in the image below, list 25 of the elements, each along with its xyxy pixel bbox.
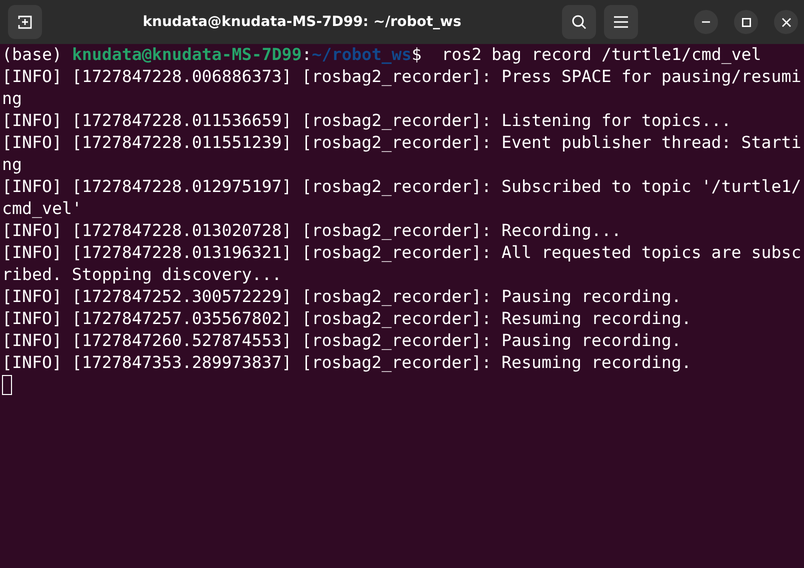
log-line: [INFO] [1727847228.011551239] [rosbag2_recorder]: Event publisher thread: Starting [2,132,802,176]
menu-button[interactable] [604,5,638,39]
log-line: [INFO] [1727847228.012975197] [rosbag2_recorder]: Subscribed to topic '/turtle1/cmd_vel' [2,176,802,220]
minimize-button[interactable] [694,10,718,34]
menu-icon [614,16,628,28]
close-button[interactable] [774,10,798,34]
maximize-icon [742,18,750,26]
minimize-icon [702,21,710,23]
log-line: [INFO] [1727847252.300572229] [rosbag2_recorder]: Pausing recording. [2,286,682,308]
plus-box-icon [17,14,33,30]
log-line: [INFO] [1727847228.011536659] [rosbag2_recorder]: Listening for topics... [2,110,732,132]
log-line: [INFO] [1727847257.035567802] [rosbag2_recorder]: Resuming recording. [2,308,692,330]
command-prompt-line: (base) knudata@knudata-MS-7D99:~/robot_ws$ ros2 bag record /turtle1/cmd_vel [2,44,762,66]
text-cursor [2,375,12,395]
log-line: [INFO] [1727847228.006886373] [rosbag2_recorder]: Press SPACE for pausing/resuming [2,66,802,110]
window-title: knudata@knudata-MS-7D99: ~/robot_ws [142,14,462,30]
log-line: [INFO] [1727847228.013196321] [rosbag2_recorder]: All requested topics are subscribed. Stopping discovery... [2,242,802,286]
log-line: [INFO] [1727847228.013020728] [rosbag2_recorder]: Recording... [2,220,622,242]
log-line: [INFO] [1727847260.527874553] [rosbag2_recorder]: Pausing recording. [2,330,682,352]
log-line: [INFO] [1727847353.289973837] [rosbag2_recorder]: Resuming recording. [2,352,692,374]
maximize-button[interactable] [734,10,758,34]
close-icon [782,18,790,26]
new-tab-button[interactable] [8,5,42,39]
search-icon [571,14,587,30]
search-button[interactable] [562,5,596,39]
